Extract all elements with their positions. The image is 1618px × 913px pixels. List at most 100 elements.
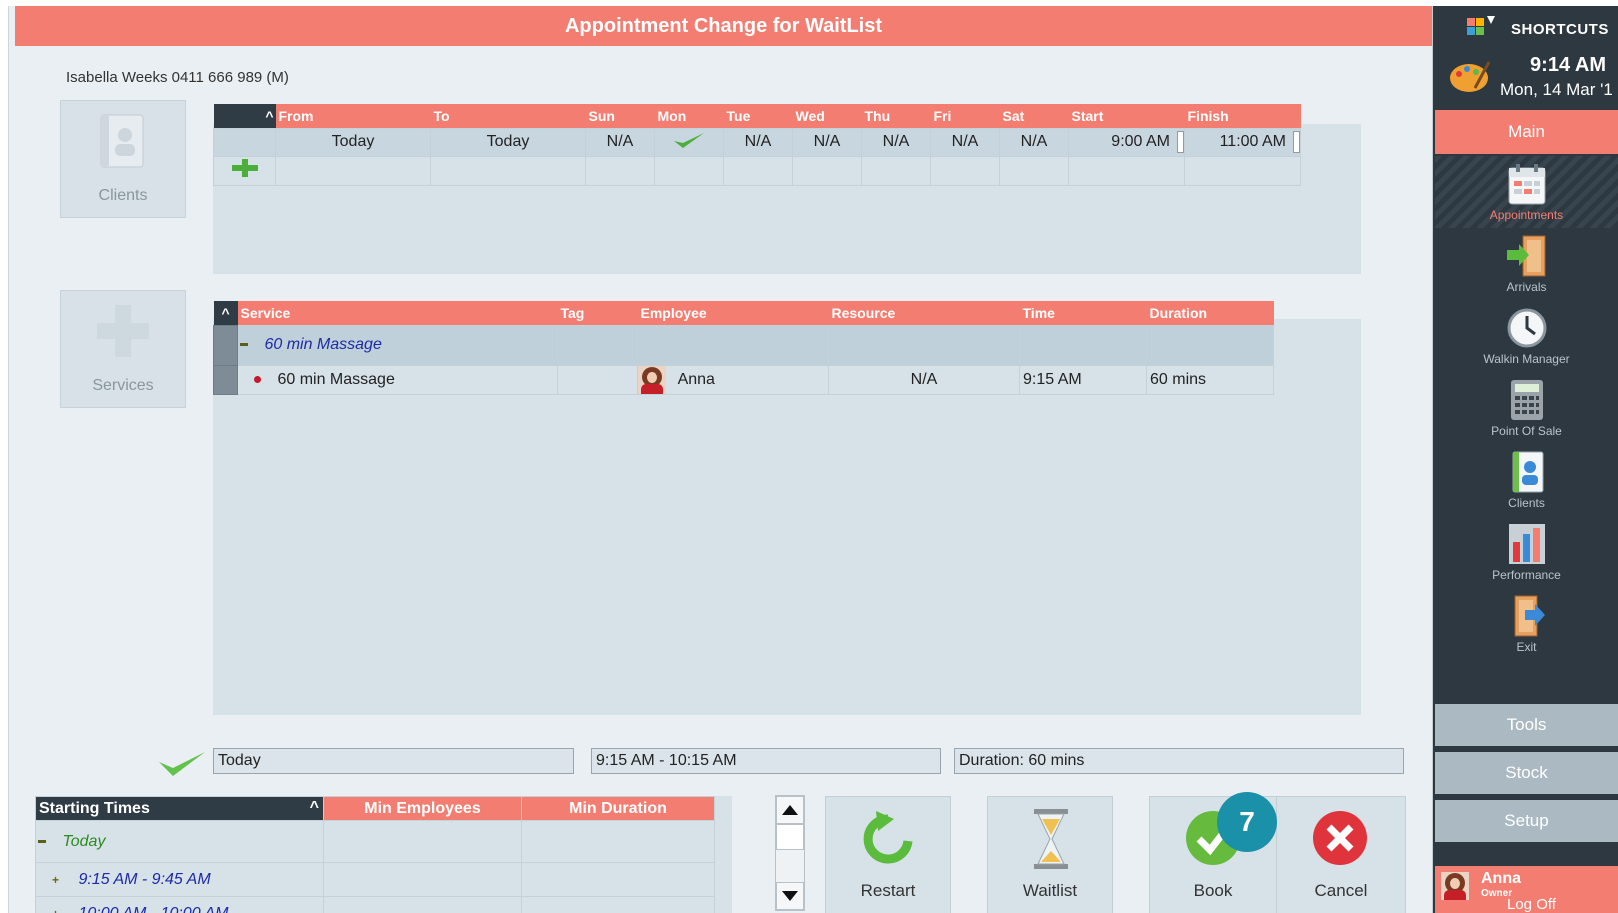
calendar-icon [1508,164,1546,205]
col-employee[interactable]: Employee [637,301,829,325]
add-plus-icon [231,159,258,177]
palette-icon [1450,61,1491,92]
sort-up-icon[interactable]: ^ [213,104,276,128]
service-cell[interactable]: 60 min Massage [237,364,558,395]
group-cell[interactable]: Today [35,820,324,863]
cancel-button[interactable]: Cancel [1276,797,1405,913]
stock-button[interactable]: Stock [1435,752,1618,794]
starting-time-row[interactable]: + 10:00 AM - 10:00 AM [35,896,715,913]
col-sun[interactable]: Sun [585,104,655,128]
tools-button[interactable]: Tools [1435,704,1618,746]
waitlist-button[interactable]: Waitlist [987,796,1113,913]
col-from[interactable]: From [275,104,431,128]
setup-button[interactable]: Setup [1435,800,1618,842]
starting-time-row[interactable]: + 9:15 AM - 9:45 AM [35,862,715,897]
shortcuts-title: SHORTCUTS [1511,21,1609,38]
scroll-thumb[interactable] [776,824,804,850]
col-fri[interactable]: Fri [930,104,1000,128]
sidebar-item-clients[interactable]: Clients [1435,444,1618,516]
add-row-cell[interactable] [213,155,276,186]
date-grid-header: ^ From To Sun Mon Tue Wed Thu Fri Sat St… [213,104,1301,128]
sidebar-item-label: Appointments [1489,208,1564,222]
sun-cell[interactable]: N/A [585,127,655,157]
fri-cell[interactable]: N/A [930,127,1000,157]
sidebar-item-point-of-sale[interactable]: Point Of Sale [1435,372,1618,444]
col-tag[interactable]: Tag [557,301,638,325]
group-cell[interactable]: 60 min Massage [237,324,558,366]
col-start[interactable]: Start [1068,104,1185,128]
sidebar-item-walkin-manager[interactable]: Walkin Manager [1435,300,1618,372]
user-name: Anna [1481,870,1521,887]
collapse-icon[interactable] [38,839,46,843]
avatar [638,365,666,394]
logoff-button[interactable]: Log Off [1507,896,1556,913]
col-sat[interactable]: Sat [999,104,1069,128]
starting-times-scrollbar[interactable] [775,795,805,911]
row-selector[interactable] [213,324,238,366]
col-starting-times[interactable]: Starting Times ^ [35,796,324,821]
app-window: Appointment Change for WaitList Isabella… [8,6,1618,913]
from-cell[interactable]: Today [275,127,431,157]
mon-cell[interactable] [654,127,724,157]
col-time[interactable]: Time [1019,301,1147,325]
finish-time: 11:00 AM [1219,133,1286,150]
arrow-up-icon [782,805,798,815]
sidebar-item-arrivals[interactable]: Arrivals [1435,228,1618,300]
book-cancel-group: Book Cancel [1149,796,1406,913]
row-selector[interactable] [213,127,276,157]
service-item-row[interactable]: 60 min Massage Anna N/A 9:15 AM 60 mins [213,364,1274,395]
col-min-duration[interactable]: Min Duration [521,796,715,821]
col-resource[interactable]: Resource [828,301,1020,325]
start-spinner[interactable] [1177,130,1184,153]
resource-cell[interactable]: N/A [828,364,1020,395]
services-tile[interactable]: Services [60,290,186,408]
date-grid-new-row[interactable] [213,155,1301,186]
sidebar-item-exit[interactable]: Exit [1435,588,1618,660]
col-tue[interactable]: Tue [723,104,793,128]
to-cell[interactable]: Today [430,127,586,157]
time-cell[interactable]: 9:15 AM [1019,364,1147,395]
col-wed[interactable]: Wed [792,104,862,128]
col-service[interactable]: Service [237,301,558,325]
sat-cell[interactable]: N/A [999,127,1069,157]
col-finish[interactable]: Finish [1184,104,1301,128]
col-thu[interactable]: Thu [861,104,931,128]
starting-times-grid: Starting Times ^ Min Employees Min Durat… [35,796,732,913]
tag-cell[interactable] [557,364,638,395]
restart-label: Restart [860,881,916,900]
sidebar-header: SHORTCUTS 9:14 AM Mon, 14 Mar '1 [1433,6,1618,104]
scroll-down-button[interactable] [776,882,804,910]
sidebar-item-appointments[interactable]: Appointments [1435,156,1618,228]
col-mon[interactable]: Mon [654,104,724,128]
restart-button[interactable]: Restart [825,796,951,913]
waitlist-label: Waitlist [1022,881,1078,900]
start-cell[interactable]: 9:00 AM [1068,127,1185,157]
col-duration[interactable]: Duration [1146,301,1274,325]
time-slot: 9:15 AM - 9:45 AM [78,870,211,888]
collapse-icon[interactable] [240,343,248,347]
expand-icon[interactable]: + [52,873,62,887]
service-group-row[interactable]: 60 min Massage [213,324,1274,366]
main-section-button[interactable]: Main [1435,110,1618,154]
sidebar-item-performance[interactable]: Performance [1435,516,1618,588]
starting-times-group[interactable]: Today [35,820,715,863]
row-selector[interactable] [213,364,238,395]
col-min-employees[interactable]: Min Employees [322,796,523,821]
sort-up-icon[interactable]: ^ [213,301,238,325]
time-slot: 10:00 AM - 10:00 AM [78,904,229,913]
finish-cell[interactable]: 11:00 AM [1184,127,1301,157]
date-grid-row[interactable]: Today Today N/A N/A N/A N/A N/A N/A 9:00… [213,127,1301,157]
finish-spinner[interactable] [1293,130,1300,153]
thu-cell[interactable]: N/A [861,127,931,157]
tue-cell[interactable]: N/A [723,127,793,157]
clients-tile[interactable]: Clients [60,100,186,218]
expand-icon[interactable]: + [52,907,62,913]
user-panel[interactable]: Anna Owner Log Off [1435,866,1618,913]
checkmark-icon [159,752,205,776]
sort-up-icon[interactable]: ^ [310,799,319,817]
duration-cell[interactable]: 60 mins [1146,364,1274,395]
wed-cell[interactable]: N/A [792,127,862,157]
scroll-up-button[interactable] [776,796,804,824]
employee-cell[interactable]: Anna [637,364,829,395]
col-to[interactable]: To [430,104,586,128]
